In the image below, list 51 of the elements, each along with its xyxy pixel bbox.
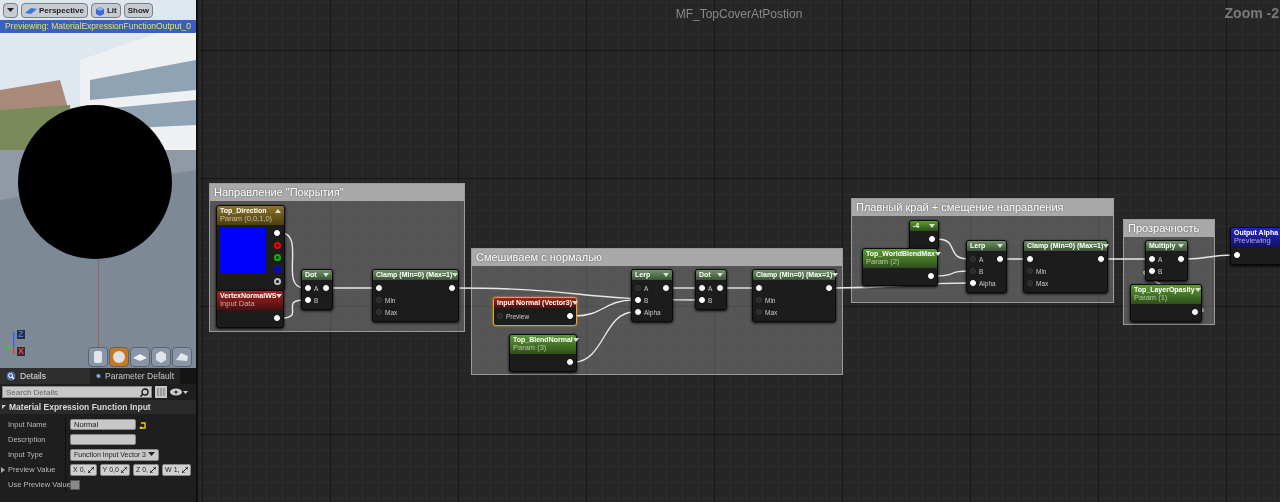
resize-arrows-icon — [120, 466, 127, 473]
caret-icon[interactable] — [572, 300, 579, 305]
text-field[interactable] — [70, 434, 136, 445]
pin-icon[interactable] — [274, 253, 281, 261]
zoom-level: Zoom -2 — [1224, 5, 1279, 21]
caret-icon — [148, 452, 155, 457]
magnifier-icon — [96, 371, 101, 381]
axis-label: Z — [17, 330, 25, 339]
section-title: Material Expression Function Input — [9, 402, 151, 412]
comment-title: Направление "Покрытия" — [210, 184, 464, 201]
reset-arrow-icon[interactable] — [139, 420, 147, 429]
eye-icon[interactable] — [170, 387, 188, 397]
pin-icon[interactable] — [274, 277, 281, 285]
preview-shape-button[interactable] — [130, 347, 150, 367]
cube-icon — [94, 5, 105, 16]
comment-title: Смешиваем с нормалью — [472, 249, 842, 266]
expand-arrow-icon[interactable] — [1, 467, 5, 473]
axis-label: X — [17, 347, 25, 356]
preview-shape-button[interactable] — [109, 347, 129, 367]
comment-title: Прозрачность — [1124, 220, 1214, 237]
caret-icon[interactable] — [452, 272, 459, 277]
viewport-button[interactable]: Perspective — [21, 3, 88, 18]
caret-icon[interactable] — [276, 293, 283, 298]
perspective-icon — [25, 6, 37, 15]
preview-shape-button[interactable] — [172, 347, 192, 367]
axis-gizmo-icon — [4, 332, 15, 354]
viewport-button[interactable]: Show — [123, 3, 154, 18]
preview-shape-button[interactable] — [88, 347, 108, 367]
panel-tab[interactable]: Parameter Default — [90, 368, 180, 384]
magnifier-icon — [6, 371, 16, 381]
preview-banner: Previewing: MaterialExpressionFunctionOutput_0 — [0, 20, 196, 33]
graph-title: MF_TopCoverAtPostion — [675, 7, 803, 21]
preview-shape-button[interactable] — [151, 347, 171, 367]
panel-tab[interactable]: Details — [0, 368, 90, 384]
caret-icon[interactable] — [1103, 243, 1110, 248]
expand-arrow-icon[interactable] — [2, 405, 6, 409]
resize-arrows-icon — [87, 466, 94, 473]
resize-arrows-icon — [150, 466, 157, 473]
caret-icon[interactable] — [832, 272, 839, 277]
caret-icon[interactable] — [934, 251, 941, 256]
color-preview-swatch — [220, 227, 266, 273]
caret-icon — [7, 8, 14, 13]
viewport-button[interactable]: Lit — [90, 3, 121, 18]
checkbox[interactable] — [70, 479, 80, 490]
caret-icon[interactable] — [572, 337, 579, 342]
search-icon[interactable] — [140, 388, 149, 397]
menu-dropdown-button[interactable] — [3, 3, 18, 18]
sphere-icon — [110, 348, 128, 366]
comment-title: Плавный край + смещение направления — [852, 199, 1113, 216]
resize-arrows-icon — [181, 466, 188, 473]
search-field[interactable]: Search Details — [2, 386, 152, 398]
